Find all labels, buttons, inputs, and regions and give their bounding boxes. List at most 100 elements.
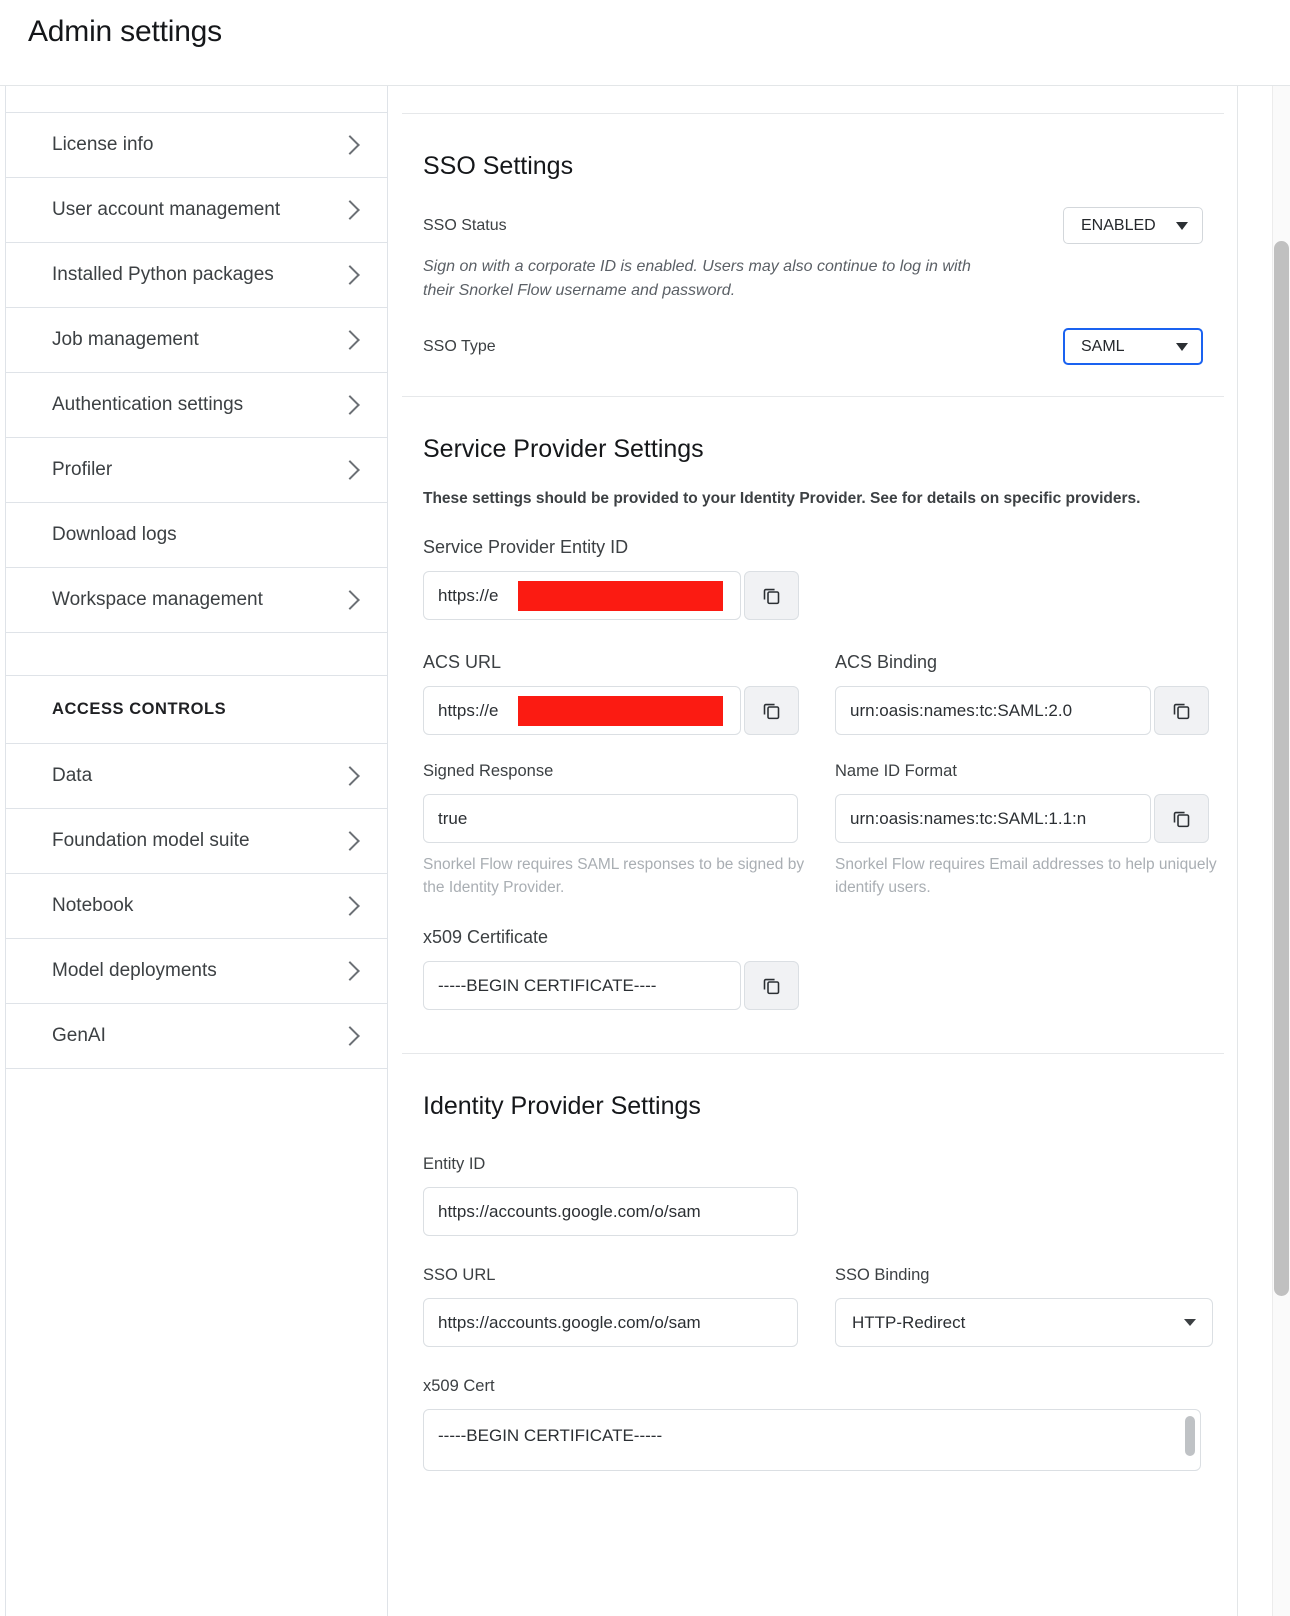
sidebar-item-label: GenAI — [52, 1025, 106, 1046]
chevron-right-icon — [340, 135, 360, 155]
copy-button[interactable] — [744, 961, 799, 1011]
sidebar-section-label: ACCESS CONTROLS — [52, 700, 227, 718]
sidebar-item-job-management[interactable]: Job management — [6, 308, 387, 373]
chevron-down-icon — [1184, 1319, 1196, 1327]
chevron-right-icon — [340, 460, 360, 480]
signed-response-group: true — [423, 794, 835, 844]
idp-sso-url-input[interactable]: https://accounts.google.com/o/sam — [423, 1298, 798, 1348]
page-scrollbar-thumb[interactable] — [1274, 241, 1289, 1296]
copy-button[interactable] — [1154, 794, 1209, 844]
sidebar-item-workspace-management[interactable]: Workspace management — [6, 568, 387, 633]
sidebar-item-user-account-management[interactable]: User account management — [6, 178, 387, 243]
sp-entity-id-field: Service Provider Entity ID https://e — [423, 537, 1203, 621]
sidebar-item-label: Model deployments — [52, 960, 217, 981]
signed-response-row: Signed Response true Snorkel Flow requir… — [423, 762, 1217, 899]
chevron-right-icon — [340, 766, 360, 786]
idp-x509-value: -----BEGIN CERTIFICATE----- — [438, 1426, 663, 1446]
sidebar-top-padding — [6, 86, 387, 113]
copy-icon — [763, 703, 780, 720]
chevron-right-icon — [340, 590, 360, 610]
settings-sidebar: License info User account management Ins… — [5, 86, 388, 1616]
sidebar-item-notebook[interactable]: Notebook — [6, 874, 387, 939]
chevron-down-icon — [1176, 221, 1188, 230]
idp-sso-url-field: SSO URL https://accounts.google.com/o/sa… — [423, 1266, 835, 1348]
acs-row: ACS URL https://e ACS Binding urn:oasis:… — [423, 652, 1209, 736]
name-id-format-label: Name ID Format — [835, 762, 957, 781]
page-scrollbar-track[interactable] — [1272, 86, 1290, 1616]
acs-binding-group: urn:oasis:names:tc:SAML:2.0 — [835, 686, 1237, 736]
idp-entity-id-input[interactable]: https://accounts.google.com/o/sam — [423, 1187, 798, 1237]
sidebar-section-access-controls: ACCESS CONTROLS — [6, 676, 387, 744]
sidebar-item-label: Installed Python packages — [52, 264, 274, 285]
sso-status-label: SSO Status — [423, 216, 507, 234]
idp-sso-binding-label: SSO Binding — [835, 1266, 930, 1285]
idp-sso-binding-value: HTTP-Redirect — [852, 1312, 966, 1332]
copy-icon — [1173, 811, 1190, 828]
idp-entity-id-group: https://accounts.google.com/o/sam — [423, 1187, 1203, 1237]
sidebar-item-genai[interactable]: GenAI — [6, 1004, 387, 1069]
sidebar-item-label: Job management — [52, 329, 199, 350]
redaction-overlay — [518, 581, 723, 612]
sso-type-value: SAML — [1081, 337, 1125, 355]
chevron-right-icon — [340, 1026, 360, 1046]
chevron-right-icon — [340, 265, 360, 285]
sidebar-item-profiler[interactable]: Profiler — [6, 438, 387, 503]
sidebar-item-license-info[interactable]: License info — [6, 113, 387, 178]
page-header: Admin settings — [0, 0, 1290, 86]
name-id-format-field: Name ID Format urn:oasis:names:tc:SAML:1… — [835, 762, 1237, 899]
sidebar-item-label: Notebook — [52, 895, 134, 916]
copy-icon — [763, 978, 780, 995]
idp-sso-binding-select[interactable]: HTTP-Redirect — [835, 1298, 1213, 1348]
admin-settings-page: Admin settings License info User account… — [0, 0, 1290, 1616]
acs-url-group: https://e — [423, 686, 835, 736]
sidebar-item-label: License info — [52, 134, 154, 155]
sidebar-item-label: User account management — [52, 199, 281, 220]
chevron-right-icon — [340, 896, 360, 916]
acs-binding-label: ACS Binding — [835, 652, 938, 673]
idp-sso-binding-field: SSO Binding HTTP-Redirect — [835, 1266, 1237, 1348]
chevron-right-icon — [340, 961, 360, 981]
redaction-overlay — [518, 696, 723, 727]
chevron-right-icon — [340, 395, 360, 415]
service-provider-title: Service Provider Settings — [423, 435, 704, 464]
acs-binding-input[interactable]: urn:oasis:names:tc:SAML:2.0 — [835, 686, 1151, 736]
sidebar-item-label: Workspace management — [52, 589, 263, 610]
sidebar-item-authentication-settings[interactable]: Authentication settings — [6, 373, 387, 438]
chevron-right-icon — [340, 831, 360, 851]
sp-entity-id-group: https://e — [423, 571, 1203, 621]
sidebar-item-download-logs[interactable]: Download logs — [6, 503, 387, 568]
copy-button[interactable] — [744, 571, 799, 621]
copy-icon — [1173, 703, 1190, 720]
settings-content-panel: SSO Settings SSO Status ENABLED Sign on … — [389, 86, 1238, 1616]
chevron-down-icon — [1176, 342, 1188, 351]
textarea-scrollbar[interactable] — [1185, 1416, 1195, 1457]
sso-status-dropdown[interactable]: ENABLED — [1063, 207, 1203, 244]
sidebar-item-label: Download logs — [52, 524, 177, 545]
acs-binding-field: ACS Binding urn:oasis:names:tc:SAML:2.0 — [835, 652, 1237, 736]
idp-sso-url-group: https://accounts.google.com/o/sam — [423, 1298, 835, 1348]
idp-x509-textarea[interactable]: -----BEGIN CERTIFICATE----- — [423, 1409, 1201, 1472]
sidebar-item-label: Data — [52, 765, 93, 786]
copy-button[interactable] — [1154, 686, 1209, 736]
acs-url-label: ACS URL — [423, 652, 502, 673]
sso-settings-title: SSO Settings — [423, 152, 574, 180]
sidebar-item-installed-python-packages[interactable]: Installed Python packages — [6, 243, 387, 308]
signed-response-label: Signed Response — [423, 762, 554, 781]
copy-button[interactable] — [744, 686, 799, 736]
chevron-right-icon — [340, 200, 360, 220]
idp-x509-label: x509 Cert — [423, 1377, 495, 1396]
sidebar-item-data[interactable]: Data — [6, 744, 387, 809]
sidebar-item-model-deployments[interactable]: Model deployments — [6, 939, 387, 1004]
signed-response-field: Signed Response true Snorkel Flow requir… — [423, 762, 835, 899]
sp-x509-input[interactable]: -----BEGIN CERTIFICATE---- — [423, 961, 741, 1011]
sso-type-dropdown[interactable]: SAML — [1063, 328, 1203, 366]
name-id-format-input[interactable]: urn:oasis:names:tc:SAML:1.1:n — [835, 794, 1151, 844]
signed-response-input[interactable]: true — [423, 794, 798, 844]
sidebar-item-label: Authentication settings — [52, 394, 244, 415]
name-id-format-group: urn:oasis:names:tc:SAML:1.1:n — [835, 794, 1237, 844]
sso-type-label: SSO Type — [423, 337, 496, 355]
sp-x509-group: -----BEGIN CERTIFICATE---- — [423, 961, 1203, 1011]
sidebar-divider-gap — [6, 633, 387, 676]
sso-status-note: Sign on with a corporate ID is enabled. … — [423, 258, 971, 299]
sidebar-item-foundation-model-suite[interactable]: Foundation model suite — [6, 809, 387, 874]
